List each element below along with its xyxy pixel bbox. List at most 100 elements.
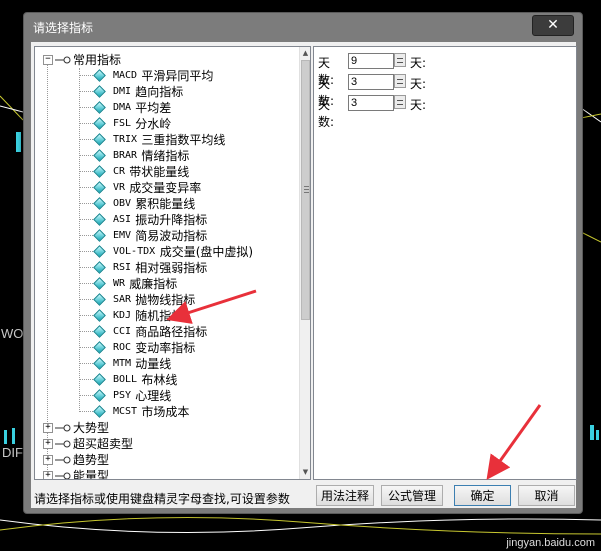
indicator-code: BRAR	[113, 150, 138, 161]
indicator-name: 平均差	[135, 101, 172, 115]
dialog-titlebar[interactable]: 请选择指标 ✕	[24, 13, 582, 39]
scroll-down-arrow-icon[interactable]: ▼	[300, 466, 310, 479]
param-spinner[interactable]	[394, 74, 406, 88]
indicator-item-vol-tdx[interactable]: VOL-TDX 成交量(盘中虚拟)	[35, 244, 297, 260]
indicator-item-kdj[interactable]: KDJ 随机指标	[35, 308, 297, 324]
tree-group-node[interactable]: − 常用指标	[35, 52, 297, 68]
scroll-up-arrow-icon[interactable]: ▲	[300, 47, 310, 60]
indicator-item-macd[interactable]: MACD 平滑异同平均	[35, 68, 297, 84]
indicator-code: MTM	[113, 358, 132, 369]
chart-label-dif: DIF	[2, 445, 23, 460]
param-days-input[interactable]	[348, 74, 394, 90]
collapse-icon[interactable]: −	[43, 55, 53, 65]
group-key-icon	[55, 456, 71, 464]
tree-connector	[79, 107, 93, 108]
expand-icon[interactable]: +	[43, 423, 53, 433]
ok-button[interactable]: 确定	[454, 485, 511, 506]
grip-line-icon	[304, 186, 309, 187]
indicator-item-boll[interactable]: BOLL 布林线	[35, 372, 297, 388]
indicator-name: 带状能量线	[129, 165, 190, 179]
indicator-name: 威廉指标	[129, 277, 178, 291]
indicator-item-emv[interactable]: EMV 简易波动指标	[35, 228, 297, 244]
watermark: jingyan.baidu.com	[506, 537, 595, 549]
status-hint-text: 请选择指标或使用键盘精灵字母查找,可设置参数	[34, 492, 290, 506]
indicator-item-wr[interactable]: WR 威廉指标	[35, 276, 297, 292]
indicator-gem-icon	[93, 405, 106, 418]
tree-group-label: 能量型	[73, 469, 110, 480]
close-button[interactable]: ✕	[532, 15, 574, 36]
indicator-name: 随机指标	[135, 309, 184, 323]
tree-group-label: 趋势型	[73, 453, 110, 467]
indicator-gem-icon	[93, 117, 106, 130]
grip-line-icon	[304, 189, 309, 190]
select-indicator-dialog: 请选择指标 ✕ ▲ ▼ − 常用指标 MACD 平滑异同平均 DMI 趋向指标 DMA 平均差…	[23, 12, 583, 514]
tree-connector	[79, 235, 93, 236]
tree-vertical-scrollbar[interactable]: ▲ ▼	[299, 47, 310, 479]
tree-group-label: 常用指标	[73, 53, 122, 67]
param-days-input[interactable]	[348, 53, 394, 69]
indicator-gem-icon	[93, 389, 106, 402]
indicator-gem-icon	[93, 341, 106, 354]
indicator-item-asi[interactable]: ASI 振动升降指标	[35, 212, 297, 228]
indicator-item-rsi[interactable]: RSI 相对强弱指标	[35, 260, 297, 276]
indicator-code: BOLL	[113, 374, 138, 385]
usage-notes-button[interactable]: 用法注释	[316, 485, 374, 506]
indicator-item-cr[interactable]: CR 带状能量线	[35, 164, 297, 180]
indicator-name: 振动升降指标	[135, 213, 208, 227]
indicator-item-vr[interactable]: VR 成交量变异率	[35, 180, 297, 196]
indicator-item-dmi[interactable]: DMI 趋向指标	[35, 84, 297, 100]
indicator-item-trix[interactable]: TRIX 三重指数平均线	[35, 132, 297, 148]
expand-icon[interactable]: +	[43, 439, 53, 449]
indicator-name: 市场成本	[141, 405, 190, 419]
indicator-item-brar[interactable]: BRAR 情绪指标	[35, 148, 297, 164]
expand-icon[interactable]: +	[43, 455, 53, 465]
tree-connector	[79, 251, 93, 252]
indicator-code: CCI	[113, 326, 132, 337]
scroll-thumb[interactable]	[301, 60, 310, 320]
indicator-item-fsl[interactable]: FSL 分水岭	[35, 116, 297, 132]
dialog-title: 请选择指标	[33, 21, 94, 35]
indicator-code: WR	[113, 278, 126, 289]
expand-icon[interactable]: +	[43, 471, 53, 479]
tree-group-node[interactable]: + 大势型	[35, 420, 297, 436]
tree-connector	[79, 91, 93, 92]
indicator-gem-icon	[93, 229, 106, 242]
indicator-item-sar[interactable]: SAR 抛物线指标	[35, 292, 297, 308]
indicator-name: 心理线	[135, 389, 172, 403]
indicator-item-mcst[interactable]: MCST 市场成本	[35, 404, 297, 420]
param-spinner[interactable]	[394, 53, 406, 67]
tree-group-node[interactable]: + 能量型	[35, 468, 297, 480]
formula-manager-button[interactable]: 公式管理	[381, 485, 443, 506]
indicator-code: EMV	[113, 230, 132, 241]
param-suffix: 天:	[410, 77, 427, 91]
indicator-code: KDJ	[113, 310, 132, 321]
indicator-code: MACD	[113, 70, 138, 81]
indicator-item-psy[interactable]: PSY 心理线	[35, 388, 297, 404]
cancel-button[interactable]: 取消	[518, 485, 575, 506]
indicator-item-cci[interactable]: CCI 商品路径指标	[35, 324, 297, 340]
indicator-item-dma[interactable]: DMA 平均差	[35, 100, 297, 116]
indicator-gem-icon	[93, 213, 106, 226]
indicator-code: FSL	[113, 118, 132, 129]
indicator-tree[interactable]: ▲ ▼ − 常用指标 MACD 平滑异同平均 DMI 趋向指标 DMA 平均差 FSL 分水岭 TR…	[34, 46, 311, 480]
indicator-item-roc[interactable]: ROC 变动率指标	[35, 340, 297, 356]
indicator-gem-icon	[93, 133, 106, 146]
tree-group-node[interactable]: + 趋势型	[35, 452, 297, 468]
dialog-client: ▲ ▼ − 常用指标 MACD 平滑异同平均 DMI 趋向指标 DMA 平均差 FSL 分水岭 TR…	[31, 42, 577, 508]
indicator-name: 累积能量线	[135, 197, 196, 211]
indicator-name: 趋向指标	[135, 85, 184, 99]
indicator-code: DMA	[113, 102, 132, 113]
group-key-icon	[55, 424, 71, 432]
tree-group-node[interactable]: + 超买超卖型	[35, 436, 297, 452]
param-days-input[interactable]	[348, 95, 394, 111]
indicator-item-mtm[interactable]: MTM 动量线	[35, 356, 297, 372]
group-key-icon	[55, 472, 71, 479]
group-key-icon	[55, 56, 71, 64]
indicator-name: 成交量(盘中虚拟)	[159, 245, 254, 259]
param-spinner[interactable]	[394, 95, 406, 109]
param-label: 天数:	[318, 98, 335, 129]
tree-connector	[79, 267, 93, 268]
indicator-item-obv[interactable]: OBV 累积能量线	[35, 196, 297, 212]
indicator-code: PSY	[113, 390, 132, 401]
grip-line-icon	[304, 192, 309, 193]
